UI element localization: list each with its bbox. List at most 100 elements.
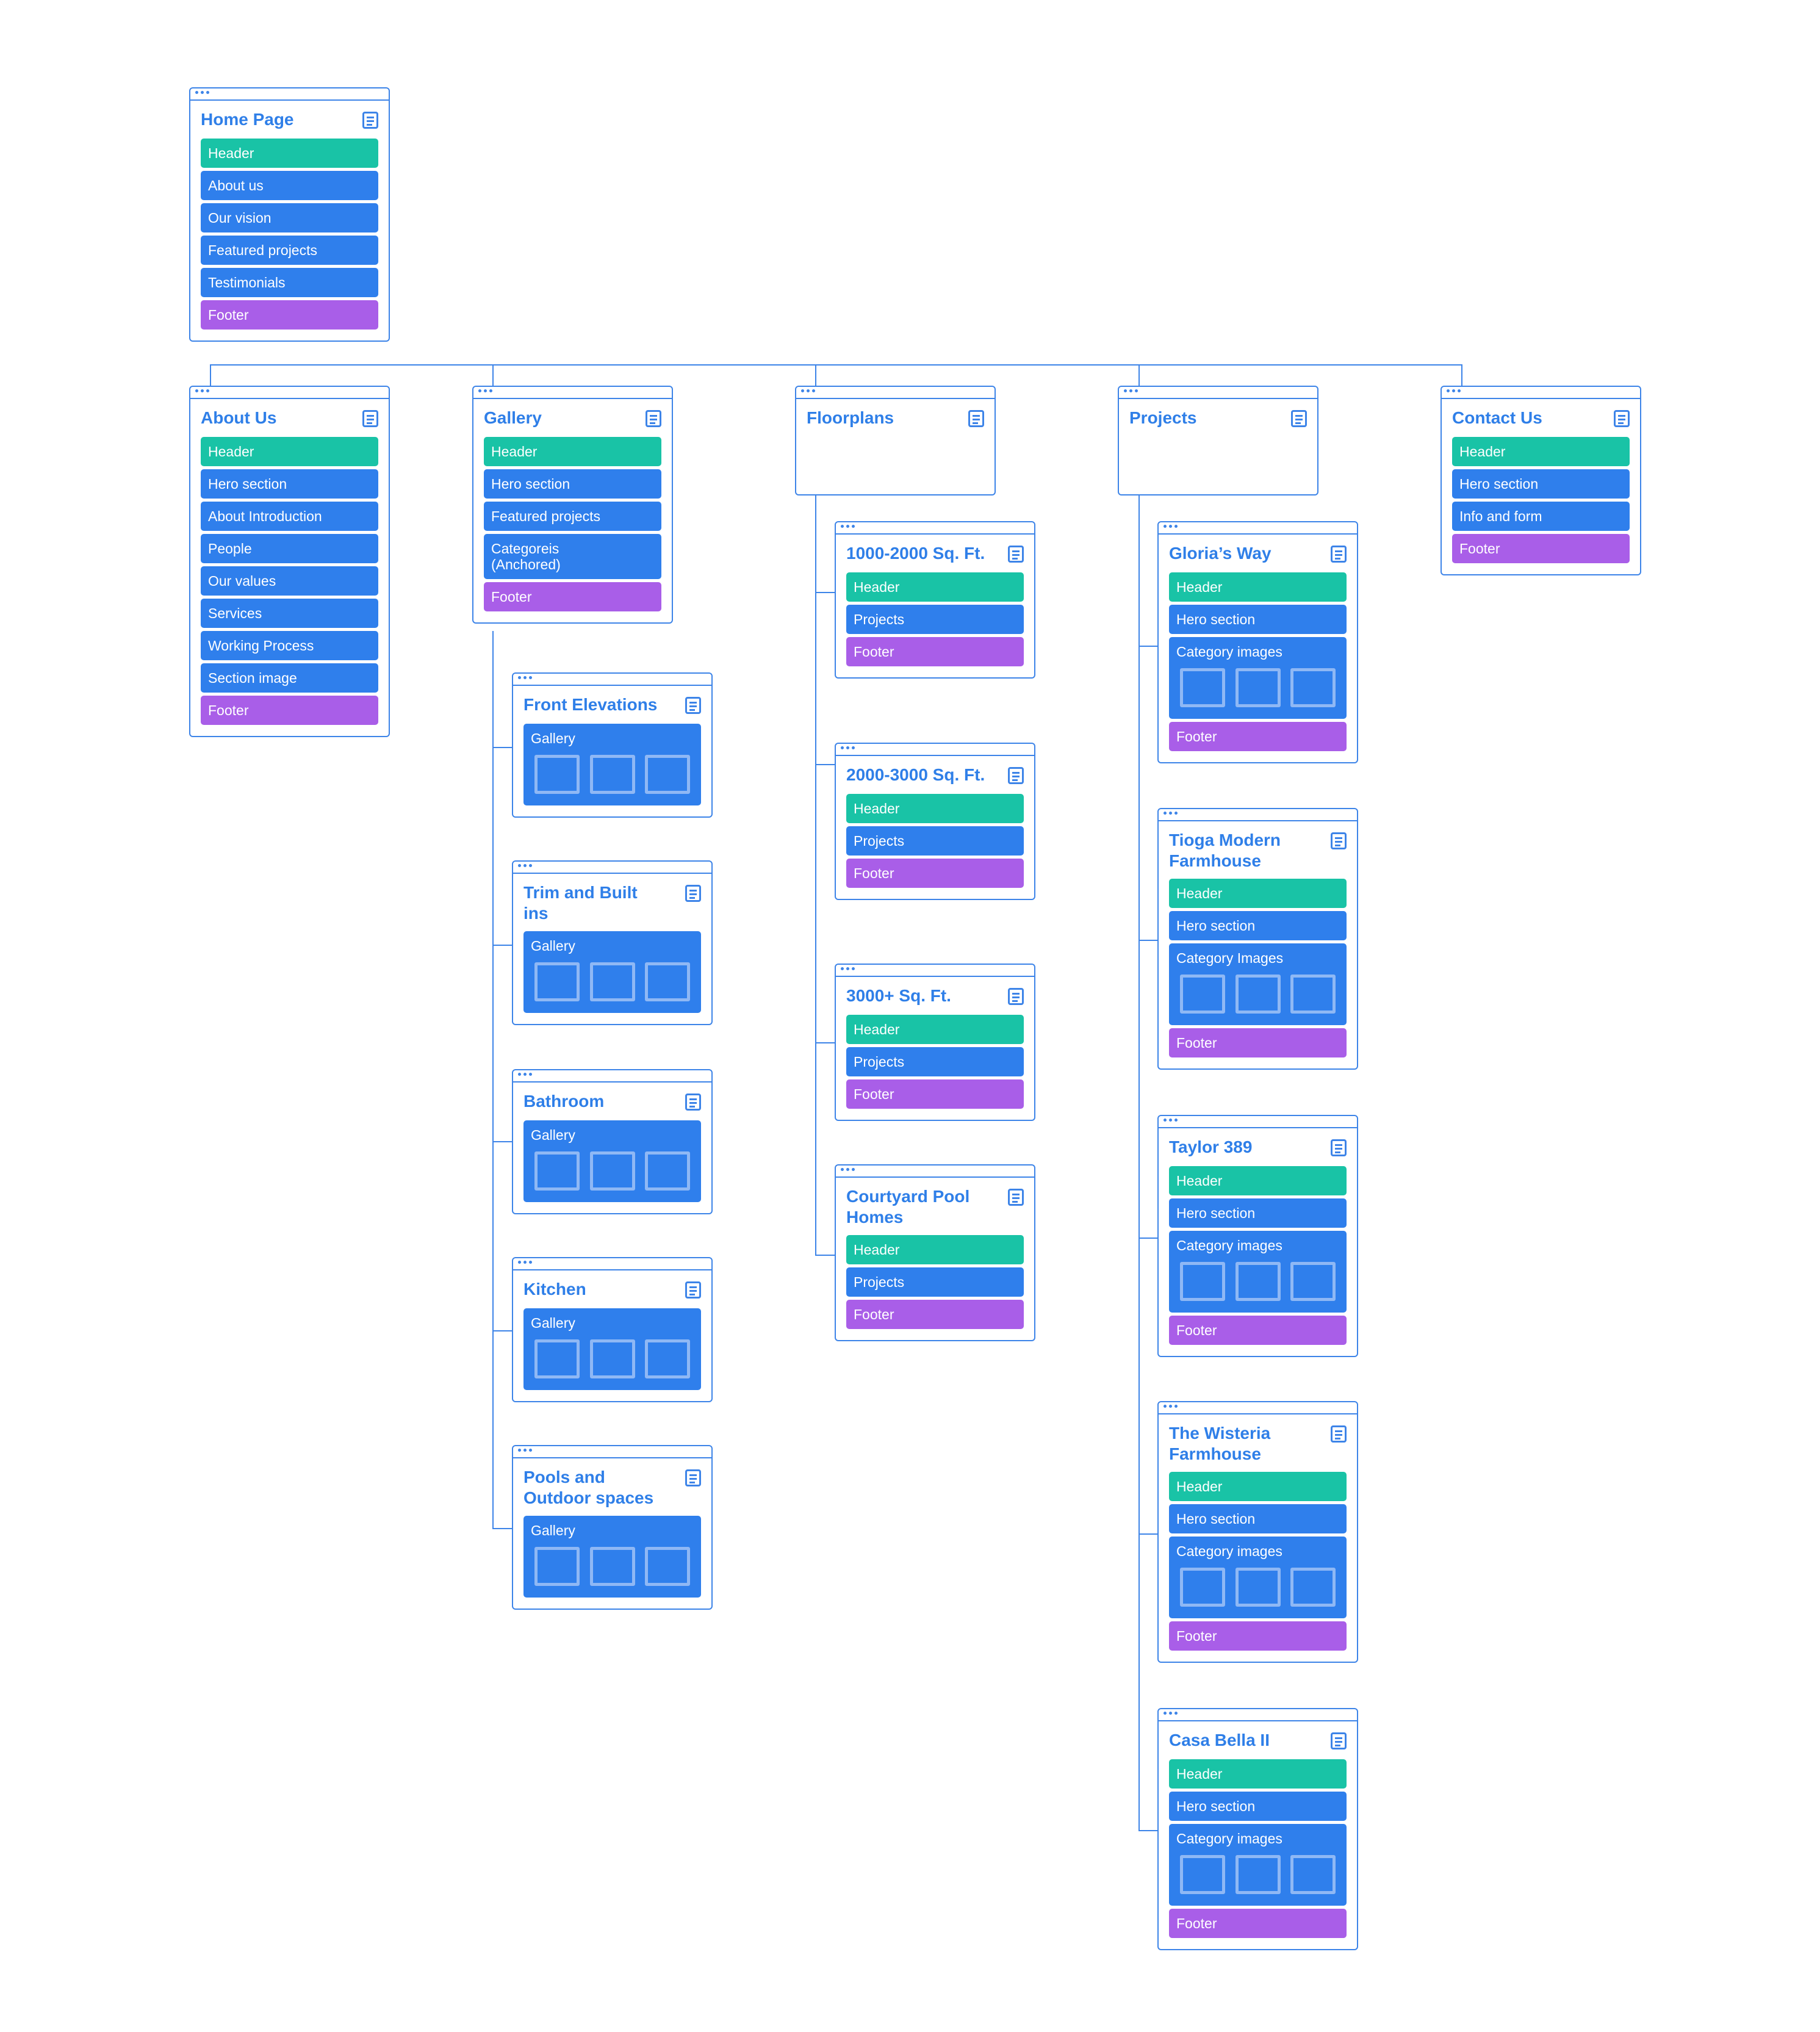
section-block[interactable]: Footer: [1169, 1316, 1347, 1345]
document-icon[interactable]: [685, 1281, 701, 1299]
gallery-block[interactable]: Gallery: [523, 1516, 701, 1598]
section-block[interactable]: Hero section: [1169, 911, 1347, 940]
section-block[interactable]: Footer: [1452, 534, 1630, 563]
page-card-tioga-modern-farmhouse[interactable]: Tioga Modern Farmhouse Header Hero secti…: [1157, 808, 1358, 1070]
section-block[interactable]: About Introduction: [201, 502, 378, 531]
section-block[interactable]: People: [201, 534, 378, 563]
page-card-about-us[interactable]: About Us Header Hero section About Intro…: [189, 386, 390, 737]
section-block[interactable]: Projects: [846, 826, 1024, 856]
section-block[interactable]: Footer: [846, 637, 1024, 666]
document-icon[interactable]: [1614, 410, 1630, 427]
section-block[interactable]: Hero section: [1452, 469, 1630, 499]
section-block[interactable]: About us: [201, 171, 378, 200]
document-icon[interactable]: [685, 1093, 701, 1111]
gallery-block[interactable]: Gallery: [523, 1308, 701, 1390]
section-block[interactable]: Featured projects: [201, 236, 378, 265]
document-icon[interactable]: [1331, 1732, 1347, 1749]
section-block[interactable]: Hero section: [1169, 1198, 1347, 1228]
section-block[interactable]: Footer: [1169, 1909, 1347, 1938]
page-card-casa-bella-ii[interactable]: Casa Bella II Header Hero section Catego…: [1157, 1708, 1358, 1950]
page-card-floorplan-2000-3000[interactable]: 2000-3000 Sq. Ft. Header Projects Footer: [835, 743, 1035, 900]
section-block[interactable]: Categoreis (Anchored): [484, 534, 661, 579]
section-block[interactable]: Header: [1169, 1472, 1347, 1501]
page-card-home[interactable]: Home Page Header About us Our vision Fea…: [189, 87, 390, 342]
section-block[interactable]: Header: [846, 572, 1024, 602]
page-card-courtyard-pool-homes[interactable]: Courtyard Pool Homes Header Projects Foo…: [835, 1164, 1035, 1341]
document-icon[interactable]: [685, 885, 701, 902]
section-block[interactable]: Header: [846, 794, 1024, 823]
section-block[interactable]: Header: [1169, 1166, 1347, 1195]
gallery-block[interactable]: Gallery: [523, 931, 701, 1013]
section-block[interactable]: Footer: [1169, 1621, 1347, 1651]
document-icon[interactable]: [1008, 1189, 1024, 1206]
section-block[interactable]: Projects: [846, 605, 1024, 634]
document-icon[interactable]: [1008, 546, 1024, 563]
page-card-projects[interactable]: Projects: [1118, 386, 1318, 495]
page-card-front-elevations[interactable]: Front Elevations Gallery: [512, 672, 713, 818]
section-block[interactable]: Footer: [846, 1079, 1024, 1109]
section-block[interactable]: Footer: [201, 696, 378, 725]
gallery-block[interactable]: Gallery: [523, 724, 701, 805]
category-images-block[interactable]: Category images: [1169, 637, 1347, 719]
section-block[interactable]: Hero section: [1169, 1792, 1347, 1821]
document-icon[interactable]: [646, 410, 661, 427]
section-block[interactable]: Info and form: [1452, 502, 1630, 531]
section-block[interactable]: Header: [484, 437, 661, 466]
section-block[interactable]: Footer: [846, 859, 1024, 888]
document-icon[interactable]: [1008, 767, 1024, 784]
section-block[interactable]: Working Process: [201, 631, 378, 660]
section-block[interactable]: Hero section: [1169, 1504, 1347, 1533]
category-images-block[interactable]: Category images: [1169, 1537, 1347, 1618]
category-images-block[interactable]: Category images: [1169, 1231, 1347, 1313]
category-images-block[interactable]: Category images: [1169, 1824, 1347, 1906]
page-card-floorplans[interactable]: Floorplans: [795, 386, 996, 495]
section-block[interactable]: Footer: [201, 300, 378, 330]
section-block[interactable]: Hero section: [484, 469, 661, 499]
page-card-kitchen[interactable]: Kitchen Gallery: [512, 1257, 713, 1402]
section-block[interactable]: Projects: [846, 1047, 1024, 1076]
section-block[interactable]: Footer: [1169, 722, 1347, 751]
section-block[interactable]: Services: [201, 599, 378, 628]
section-block[interactable]: Footer: [846, 1300, 1024, 1329]
page-card-trim-and-built-ins[interactable]: Trim and Built ins Gallery: [512, 860, 713, 1025]
section-block[interactable]: Header: [846, 1015, 1024, 1044]
section-block[interactable]: Header: [1169, 572, 1347, 602]
document-icon[interactable]: [968, 410, 984, 427]
section-block[interactable]: Section image: [201, 663, 378, 693]
section-block[interactable]: Header: [1169, 1759, 1347, 1789]
section-block[interactable]: Header: [1452, 437, 1630, 466]
section-block[interactable]: Hero section: [201, 469, 378, 499]
section-block[interactable]: Footer: [484, 582, 661, 611]
section-block[interactable]: Our values: [201, 566, 378, 596]
page-card-bathroom[interactable]: Bathroom Gallery: [512, 1069, 713, 1214]
document-icon[interactable]: [1291, 410, 1307, 427]
section-block[interactable]: Header: [846, 1235, 1024, 1264]
section-block[interactable]: Header: [1169, 879, 1347, 908]
page-card-the-wisteria-farmhouse[interactable]: The Wisteria Farmhouse Header Hero secti…: [1157, 1401, 1358, 1663]
page-card-contact-us[interactable]: Contact Us Header Hero section Info and …: [1441, 386, 1641, 575]
section-block[interactable]: Hero section: [1169, 605, 1347, 634]
section-block[interactable]: Header: [201, 139, 378, 168]
section-block[interactable]: Featured projects: [484, 502, 661, 531]
section-block[interactable]: Projects: [846, 1267, 1024, 1297]
document-icon[interactable]: [685, 697, 701, 714]
page-card-taylor-389[interactable]: Taylor 389 Header Hero section Category …: [1157, 1115, 1358, 1357]
document-icon[interactable]: [1331, 1425, 1347, 1443]
page-card-floorplan-3000-plus[interactable]: 3000+ Sq. Ft. Header Projects Footer: [835, 964, 1035, 1121]
section-block[interactable]: Header: [201, 437, 378, 466]
section-block[interactable]: Testimonials: [201, 268, 378, 297]
document-icon[interactable]: [1331, 1139, 1347, 1156]
gallery-block[interactable]: Gallery: [523, 1120, 701, 1202]
document-icon[interactable]: [362, 410, 378, 427]
page-card-gallery[interactable]: Gallery Header Hero section Featured pro…: [472, 386, 673, 624]
section-block[interactable]: Footer: [1169, 1028, 1347, 1057]
section-block[interactable]: Our vision: [201, 203, 378, 232]
category-images-block[interactable]: Category Images: [1169, 943, 1347, 1025]
document-icon[interactable]: [1331, 546, 1347, 563]
page-card-glorias-way[interactable]: Gloria’s Way Header Hero section Categor…: [1157, 521, 1358, 763]
page-card-floorplan-1000-2000[interactable]: 1000-2000 Sq. Ft. Header Projects Footer: [835, 521, 1035, 679]
document-icon[interactable]: [1008, 988, 1024, 1005]
document-icon[interactable]: [685, 1469, 701, 1486]
document-icon[interactable]: [1331, 832, 1347, 849]
document-icon[interactable]: [362, 112, 378, 129]
